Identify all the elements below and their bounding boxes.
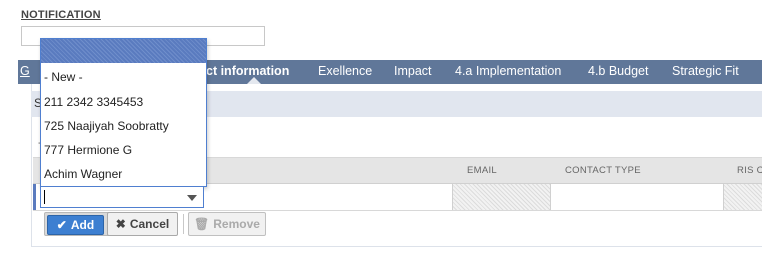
tab-exellence[interactable]: Exellence: [318, 64, 372, 78]
chevron-down-icon[interactable]: [187, 195, 197, 201]
row-action-bar: ✔ Add ✖ Cancel 🗑 Remove: [38, 212, 278, 240]
tab-contact-information[interactable]: ct information: [206, 64, 289, 78]
ris-cell: [723, 184, 762, 210]
trash-icon: 🗑: [194, 217, 210, 231]
dropdown-option[interactable]: 777 Hermione G: [44, 143, 132, 157]
dropdown-option[interactable]: Achim Wagner: [44, 167, 122, 181]
check-icon: ✔: [56, 218, 67, 232]
add-button[interactable]: ✔ Add: [47, 215, 104, 235]
tab-implementation[interactable]: 4.a Implementation: [455, 64, 561, 78]
notification-label: NOTIFICATION: [21, 9, 101, 21]
column-header-contact-type[interactable]: CONTACT TYPE: [565, 165, 641, 176]
dropdown-option[interactable]: 725 Naajiyah Soobratty: [44, 119, 169, 133]
remove-button-label: Remove: [213, 217, 260, 231]
active-tab-indicator: [247, 77, 261, 84]
add-button-label: Add: [70, 218, 95, 232]
tab-impact[interactable]: Impact: [394, 64, 432, 78]
close-icon: ✖: [115, 217, 126, 231]
tab-general[interactable]: G: [20, 64, 30, 78]
text-cursor: [44, 190, 45, 204]
cancel-button-label: Cancel: [129, 217, 170, 231]
button-separator: [183, 214, 184, 234]
dropdown-option[interactable]: 211 2342 3345453: [44, 95, 143, 109]
tab-budget[interactable]: 4.b Budget: [588, 64, 648, 78]
dropdown-option[interactable]: - New -: [44, 70, 83, 84]
cancel-button[interactable]: ✖ Cancel: [107, 212, 178, 236]
column-header-email[interactable]: EMAIL: [467, 165, 497, 176]
row-selection-marker: [33, 184, 36, 210]
dropdown-header: [41, 39, 206, 63]
contact-dropdown-list: - New - 211 2342 3345453 725 Naajiyah So…: [40, 38, 207, 187]
email-cell: [452, 184, 551, 210]
tab-strategic-fit[interactable]: Strategic Fit: [672, 64, 739, 78]
column-header-ris[interactable]: RIS CO: [737, 165, 762, 176]
contact-type-cell[interactable]: [550, 184, 724, 210]
contact-combobox[interactable]: [40, 186, 204, 208]
remove-button[interactable]: 🗑 Remove: [188, 212, 266, 236]
